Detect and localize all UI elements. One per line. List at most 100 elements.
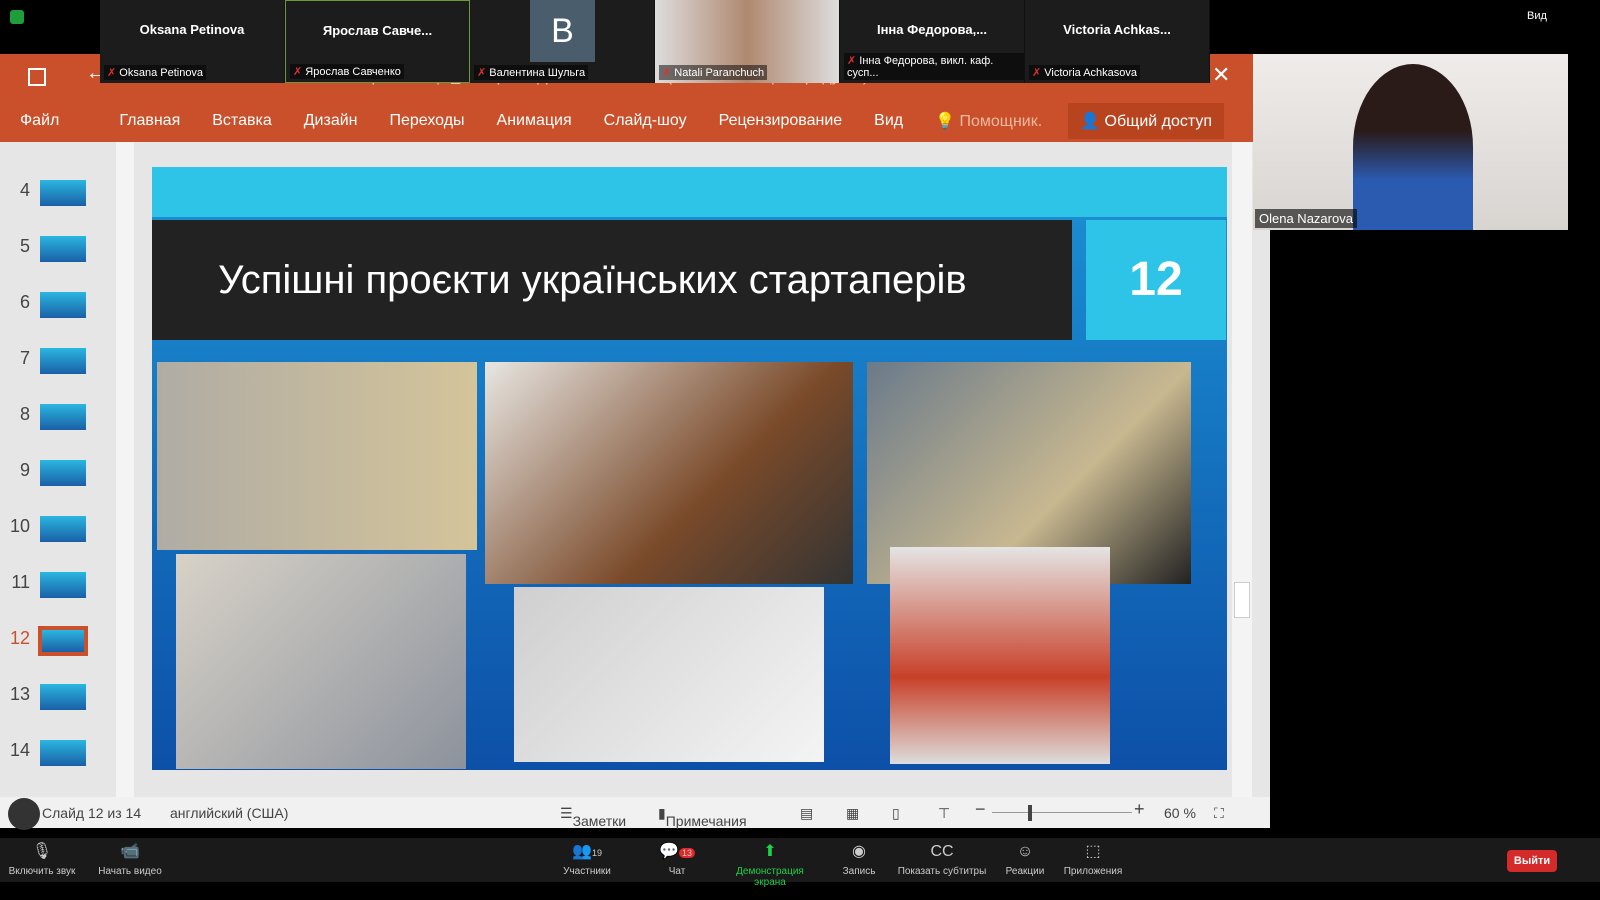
participant-name: Victoria Achkas... — [1063, 22, 1171, 37]
participant-label: Валентина Шульга — [474, 65, 589, 80]
slide-thumbnail[interactable]: 12 — [0, 624, 100, 680]
thumbnail-number: 8 — [19, 404, 30, 424]
tab-tell-me[interactable]: 💡 Помощник. — [919, 111, 1058, 131]
participant-label: Ярослав Савченко — [290, 64, 404, 79]
editor-area: 4 5 6 7 8 9 10 11 12 13 14 Успішні проєкти українс… — [0, 142, 1270, 797]
close-icon[interactable]: ✕ — [1212, 62, 1230, 88]
tab-home[interactable]: Главная — [103, 112, 196, 130]
thumbnail-number: 7 — [19, 348, 30, 368]
participants-button[interactable]: 👥19 Участники — [542, 842, 632, 877]
slide-thumbnail[interactable]: 5 — [0, 232, 100, 288]
share-screen-icon: ⬆ — [763, 843, 777, 860]
tell-me-label: Помощник. — [959, 113, 1043, 130]
toolbar-label: Включить звук — [8, 866, 76, 877]
tab-view[interactable]: Вид — [858, 112, 919, 130]
fit-slide-icon[interactable]: ⛶ — [1214, 805, 1224, 822]
sorter-view-icon[interactable]: ▦ — [846, 805, 859, 822]
slide-thumbnail[interactable]: 14 — [0, 736, 100, 792]
chat-button[interactable]: 💬 13 Чат — [632, 842, 722, 877]
slide-thumbnail[interactable]: 10 — [0, 512, 100, 568]
slideshow-icon[interactable]: ⊤ — [938, 805, 950, 822]
tab-insert[interactable]: Вставка — [196, 112, 287, 130]
participant-label: Natali Paranchuch — [659, 65, 768, 80]
security-shield-icon[interactable] — [10, 10, 24, 24]
reading-view-icon[interactable]: ▯ — [892, 805, 900, 822]
toolbar-label: Демонстрация экрана — [736, 866, 804, 888]
zoom-slider-thumb[interactable] — [1028, 805, 1032, 821]
thumbnail-image — [40, 740, 86, 766]
thumbnail-pane: 4 5 6 7 8 9 10 11 12 13 14 — [0, 142, 115, 797]
participant-tile[interactable]: Natali Paranchuch — [655, 0, 840, 83]
thumbnail-number: 14 — [9, 740, 30, 760]
thumbnail-image — [40, 460, 86, 486]
zoom-in-button[interactable]: + — [1134, 799, 1145, 820]
apps-icon: ⬚ — [1085, 843, 1101, 860]
slide-thumbnail[interactable]: 4 — [0, 176, 100, 232]
zoom-level[interactable]: 60 % — [1164, 805, 1196, 821]
participant-tile[interactable]: Ярослав Савче... Ярослав Савченко — [285, 0, 470, 83]
comments-button[interactable]: ▮ Примечания — [658, 805, 747, 829]
leave-button[interactable]: Выйти — [1507, 850, 1557, 872]
share-button[interactable]: 👤 Общий доступ — [1068, 103, 1225, 139]
mic-off-button[interactable]: 🎙 Включить звук — [0, 842, 87, 877]
thumbnail-number: 4 — [19, 180, 30, 200]
thumbnail-number: 13 — [9, 684, 30, 704]
participant-name: Oksana Petinova — [139, 22, 245, 37]
participant-tile[interactable]: Victoria Achkas... Victoria Achkasova — [1025, 0, 1210, 83]
tab-file[interactable]: Файл — [0, 112, 75, 130]
participants-icon: 👥19 — [572, 843, 602, 860]
thumbnail-number: 11 — [11, 572, 30, 592]
tab-transitions[interactable]: Переходы — [374, 112, 481, 130]
thumbnail-number: 5 — [19, 236, 30, 256]
tab-design[interactable]: Дизайн — [288, 112, 374, 130]
view-button[interactable]: Вид — [1527, 10, 1547, 22]
slide-thumbnail[interactable]: 13 — [0, 680, 100, 736]
thumbnail-image — [40, 684, 86, 710]
zoom-out-button[interactable]: − — [975, 799, 986, 820]
thumbnail-image — [40, 236, 86, 262]
save-icon[interactable] — [28, 68, 46, 86]
slide-counter: Слайд 12 из 14 — [42, 805, 142, 821]
participant-tile[interactable]: Oksana Petinova Oksana Petinova — [100, 0, 285, 83]
slide-thumbnail[interactable]: 7 — [0, 344, 100, 400]
annotate-pencil-icon[interactable] — [8, 798, 40, 830]
tab-slideshow[interactable]: Слайд-шоу — [588, 112, 703, 130]
speaker-figure — [1353, 64, 1473, 230]
tab-review[interactable]: Рецензирование — [703, 112, 859, 130]
language[interactable]: английский (США) — [170, 805, 288, 821]
thumbnail-number: 6 — [19, 292, 30, 312]
slide-thumbnail[interactable]: 9 — [0, 456, 100, 512]
record-icon: ◉ — [852, 843, 866, 860]
tab-animation[interactable]: Анимация — [481, 112, 588, 130]
comments-label: Примечания — [665, 813, 747, 829]
normal-view-icon[interactable]: ▤ — [800, 805, 813, 822]
cc-icon: CC — [930, 843, 954, 860]
toolbar-label: Показать субтитры — [897, 866, 987, 877]
slide-thumbnail[interactable]: 8 — [0, 400, 100, 456]
photo-cat-device — [514, 587, 824, 762]
video-off-button[interactable]: 📹 Начать видео — [85, 842, 175, 877]
slide-scrollbar[interactable] — [1232, 142, 1252, 797]
apps-button[interactable]: ⬚ Приложения — [1048, 842, 1138, 877]
participant-label: Інна Федорова, викл. каф. сусп... — [844, 53, 1024, 80]
photo-bionic-hand — [890, 547, 1110, 764]
cc-button[interactable]: CC Показать субтитры — [897, 842, 987, 877]
participant-tile[interactable]: Інна Федорова,... Інна Федорова, викл. ка… — [840, 0, 1025, 83]
toolbar-label: Запись — [842, 866, 876, 877]
notes-button[interactable]: ☰ Заметки — [560, 805, 626, 829]
scroll-thumb[interactable] — [1234, 582, 1250, 618]
share-screen-button[interactable]: ⬆ Демонстрация экрана — [725, 842, 815, 888]
thumbnail-scrollbar[interactable] — [116, 142, 134, 797]
thumbnail-image — [40, 572, 86, 598]
notes-label: Заметки — [572, 813, 627, 829]
slide-thumbnail[interactable]: 6 — [0, 288, 100, 344]
video-off-icon: 📹 — [120, 843, 140, 860]
participant-tile[interactable]: B Валентина Шульга — [470, 0, 655, 83]
photo-world-map — [485, 362, 853, 584]
status-bar: Слайд 12 из 14 английский (США) ☰ Заметк… — [0, 797, 1270, 830]
record-button[interactable]: ◉ Запись — [814, 842, 904, 877]
toolbar-label: Чат — [668, 866, 686, 877]
participant-strip: Oksana Petinova Oksana Petinova Ярослав Са… — [100, 0, 1210, 83]
slide-thumbnail[interactable]: 11 — [0, 568, 100, 624]
zoom-slider[interactable] — [992, 812, 1132, 813]
